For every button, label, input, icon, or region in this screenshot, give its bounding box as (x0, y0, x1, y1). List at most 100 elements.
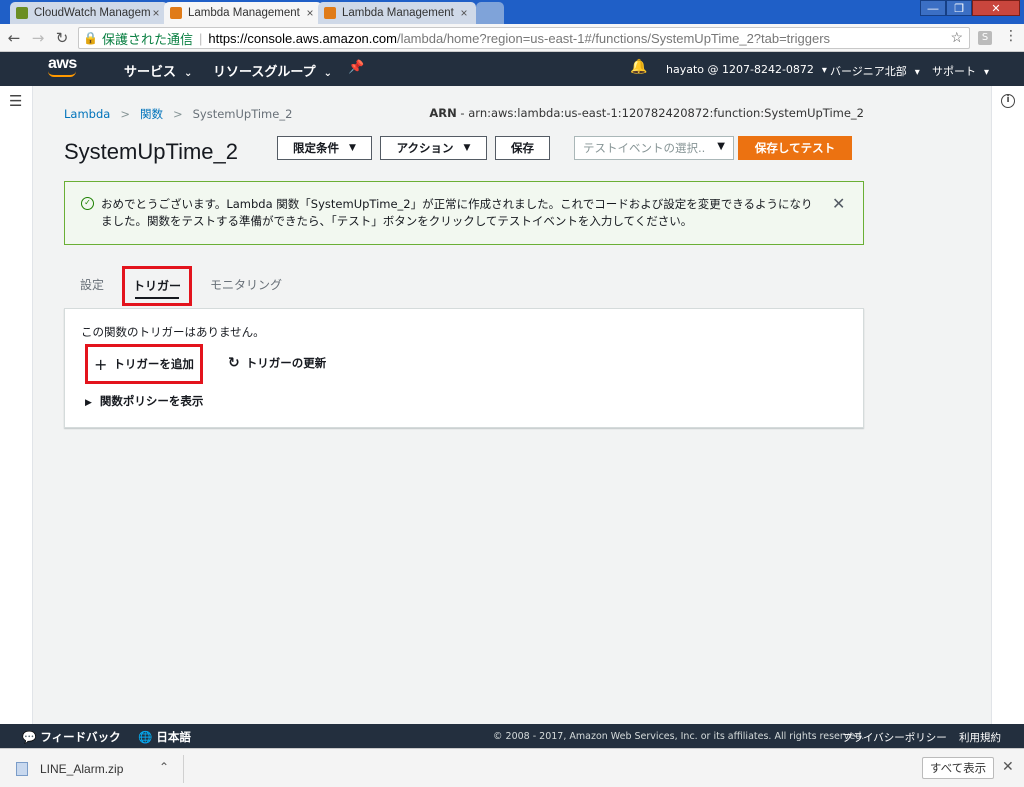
account-menu[interactable]: hayato @ 1207-8242-0872 ▾ (666, 63, 827, 76)
flash-text: おめでとうございます。Lambda 関数「SystemUpTime_2」が正常に… (101, 197, 813, 228)
actions-label: アクション (396, 141, 454, 155)
terms-link[interactable]: 利用規約 (959, 730, 1001, 745)
test-event-select[interactable]: テストイベントの選択.. ▼ (574, 136, 734, 160)
success-flash-message: ✓ おめでとうございます。Lambda 関数「SystemUpTime_2」が正… (64, 181, 864, 245)
file-icon (16, 762, 28, 776)
aws-console-nav: aws サービス ⌄ リソースグループ ⌄ 📌 🔔 hayato @ 1207-82… (0, 52, 1024, 86)
refresh-triggers-button[interactable]: ↻ トリガーの更新 (228, 355, 326, 371)
caret-down-icon: ▼ (349, 143, 356, 153)
download-item[interactable]: LINE_Alarm.zip ⌃ (12, 755, 184, 783)
tab-monitoring[interactable]: モニタリング (206, 266, 286, 306)
tab-close-icon[interactable]: × (458, 6, 470, 20)
url-host: https://console.aws.amazon.com (208, 30, 397, 46)
download-shelf: LINE_Alarm.zip ⌃ すべて表示 ✕ (0, 748, 1024, 787)
browser-tab-strip: CloudWatch Managem × Lambda Management ×… (0, 0, 1024, 24)
qualifiers-label: 限定条件 (293, 141, 340, 155)
show-function-policy-toggle[interactable]: ▶ 関数ポリシーを表示 (85, 393, 203, 409)
feedback-link[interactable]: 💬 フィードバック (22, 729, 121, 745)
resource-groups-menu[interactable]: リソースグループ ⌄ (213, 61, 332, 80)
breadcrumb-lambda-link[interactable]: Lambda (64, 107, 110, 121)
test-event-placeholder: テストイベントの選択.. (583, 141, 706, 155)
left-rail: ☰ (0, 86, 33, 724)
chevron-down-icon: ⌄ (184, 68, 193, 79)
active-tab-underline (135, 297, 179, 299)
add-trigger-label: トリガーを追加 (113, 357, 194, 371)
show-policy-label: 関数ポリシーを表示 (99, 394, 204, 408)
new-tab-button[interactable] (476, 2, 504, 24)
secure-label: 保護された通信 (101, 31, 193, 47)
back-arrow-icon[interactable]: ← (4, 28, 24, 48)
right-rail: i (991, 86, 1024, 724)
chevron-up-icon[interactable]: ⌃ (159, 760, 169, 774)
save-button[interactable]: 保存 (495, 136, 550, 160)
browser-tab-lambda[interactable]: Lambda Management × (318, 2, 476, 24)
no-triggers-message: この関数のトリガーはありません。 (81, 325, 265, 339)
close-icon[interactable]: ✕ (1002, 759, 1014, 775)
hamburger-menu-icon[interactable]: ☰ (9, 92, 22, 110)
region-menu[interactable]: バージニア北部 ▾ (830, 63, 920, 79)
support-label: サポート (932, 65, 976, 78)
language-selector[interactable]: 🌐 日本語 (138, 729, 191, 745)
caret-right-icon: ▶ (85, 398, 92, 408)
console-footer: 💬 フィードバック 🌐 日本語 © 2008 - 2017, Amazon We… (0, 724, 1024, 748)
window-minimize-button[interactable]: — (920, 0, 946, 16)
qualifiers-button[interactable]: 限定条件 ▼ (277, 136, 372, 160)
breadcrumb: Lambda > 関数 > SystemUpTime_2 (64, 106, 292, 122)
cloudwatch-favicon-icon (16, 7, 28, 19)
reload-icon[interactable]: ↻ (52, 28, 72, 48)
region-label: バージニア北部 (830, 65, 907, 78)
triggers-panel: この関数のトリガーはありません。 + トリガーを追加 ↻ トリガーの更新 ▶ 関数… (64, 308, 864, 428)
tab-close-icon[interactable]: × (150, 6, 162, 20)
resource-groups-label: リソースグループ (213, 65, 316, 80)
feedback-label: フィードバック (40, 730, 121, 744)
refresh-icon: ↻ (228, 355, 240, 371)
chevron-right-icon: > (120, 107, 130, 121)
extension-icon[interactable]: S (978, 31, 992, 45)
browser-tab-lambda-active[interactable]: Lambda Management × (164, 2, 322, 24)
services-label: サービス (124, 65, 177, 80)
breadcrumb-functions-link[interactable]: 関数 (140, 107, 163, 121)
refresh-triggers-label: トリガーの更新 (245, 356, 327, 370)
chevron-right-icon: > (172, 107, 183, 121)
chevron-down-icon: ▾ (984, 67, 990, 78)
privacy-policy-link[interactable]: プライバシーポリシー (842, 730, 947, 745)
address-separator: | (198, 30, 203, 46)
lock-icon: 🔒 (83, 31, 98, 45)
tab-close-icon[interactable]: × (304, 6, 316, 20)
actions-button[interactable]: アクション ▼ (380, 136, 487, 160)
save-and-test-button[interactable]: 保存してテスト (738, 136, 852, 160)
pin-icon[interactable]: 📌 (348, 60, 364, 75)
show-all-downloads-button[interactable]: すべて表示 (922, 757, 994, 779)
chevron-down-icon: ▾ (914, 67, 920, 78)
add-trigger-button[interactable]: + トリガーを追加 (85, 344, 203, 384)
language-label: 日本語 (156, 730, 191, 744)
info-icon[interactable]: i (1001, 94, 1015, 108)
arn-value: - arn:aws:lambda:us-east-1:120782420872:… (456, 106, 864, 120)
browser-tab-cloudwatch[interactable]: CloudWatch Managem × (10, 2, 168, 24)
tab-title: Lambda Management (342, 7, 454, 19)
lambda-favicon-icon (170, 7, 182, 19)
plus-icon: + (94, 354, 108, 374)
services-menu[interactable]: サービス ⌄ (124, 61, 192, 80)
browser-menu-icon[interactable]: ⋮ (1004, 28, 1018, 48)
window-close-button[interactable]: ✕ (972, 0, 1020, 16)
speech-bubble-icon: 💬 (22, 730, 37, 744)
tab-triggers-label: トリガー (132, 279, 181, 293)
aws-logo[interactable]: aws (48, 56, 82, 82)
bell-icon[interactable]: 🔔 (630, 59, 647, 75)
browser-toolbar: ← → ↻ 🔒 保護された通信 | https://console.aws.am… (0, 24, 1024, 52)
tab-settings[interactable]: 設定 (74, 266, 110, 306)
copyright-text: © 2008 - 2017, Amazon Web Services, Inc.… (493, 731, 865, 742)
lambda-favicon-icon (324, 7, 336, 19)
window-maximize-button[interactable]: ❐ (946, 0, 972, 16)
tab-title: Lambda Management (188, 7, 300, 19)
tab-triggers[interactable]: トリガー (122, 266, 192, 306)
function-arn: ARN - arn:aws:lambda:us-east-1:120782420… (429, 106, 864, 120)
address-bar[interactable]: 🔒 保護された通信 | https://console.aws.amazon.c… (78, 27, 970, 49)
close-icon[interactable]: ✕ (832, 194, 845, 213)
bookmark-star-icon[interactable]: ☆ (950, 29, 963, 46)
chevron-down-icon: ▾ (821, 65, 827, 76)
globe-icon: 🌐 (138, 730, 153, 744)
support-menu[interactable]: サポート ▾ (932, 63, 989, 79)
forward-arrow-icon[interactable]: → (28, 28, 48, 48)
